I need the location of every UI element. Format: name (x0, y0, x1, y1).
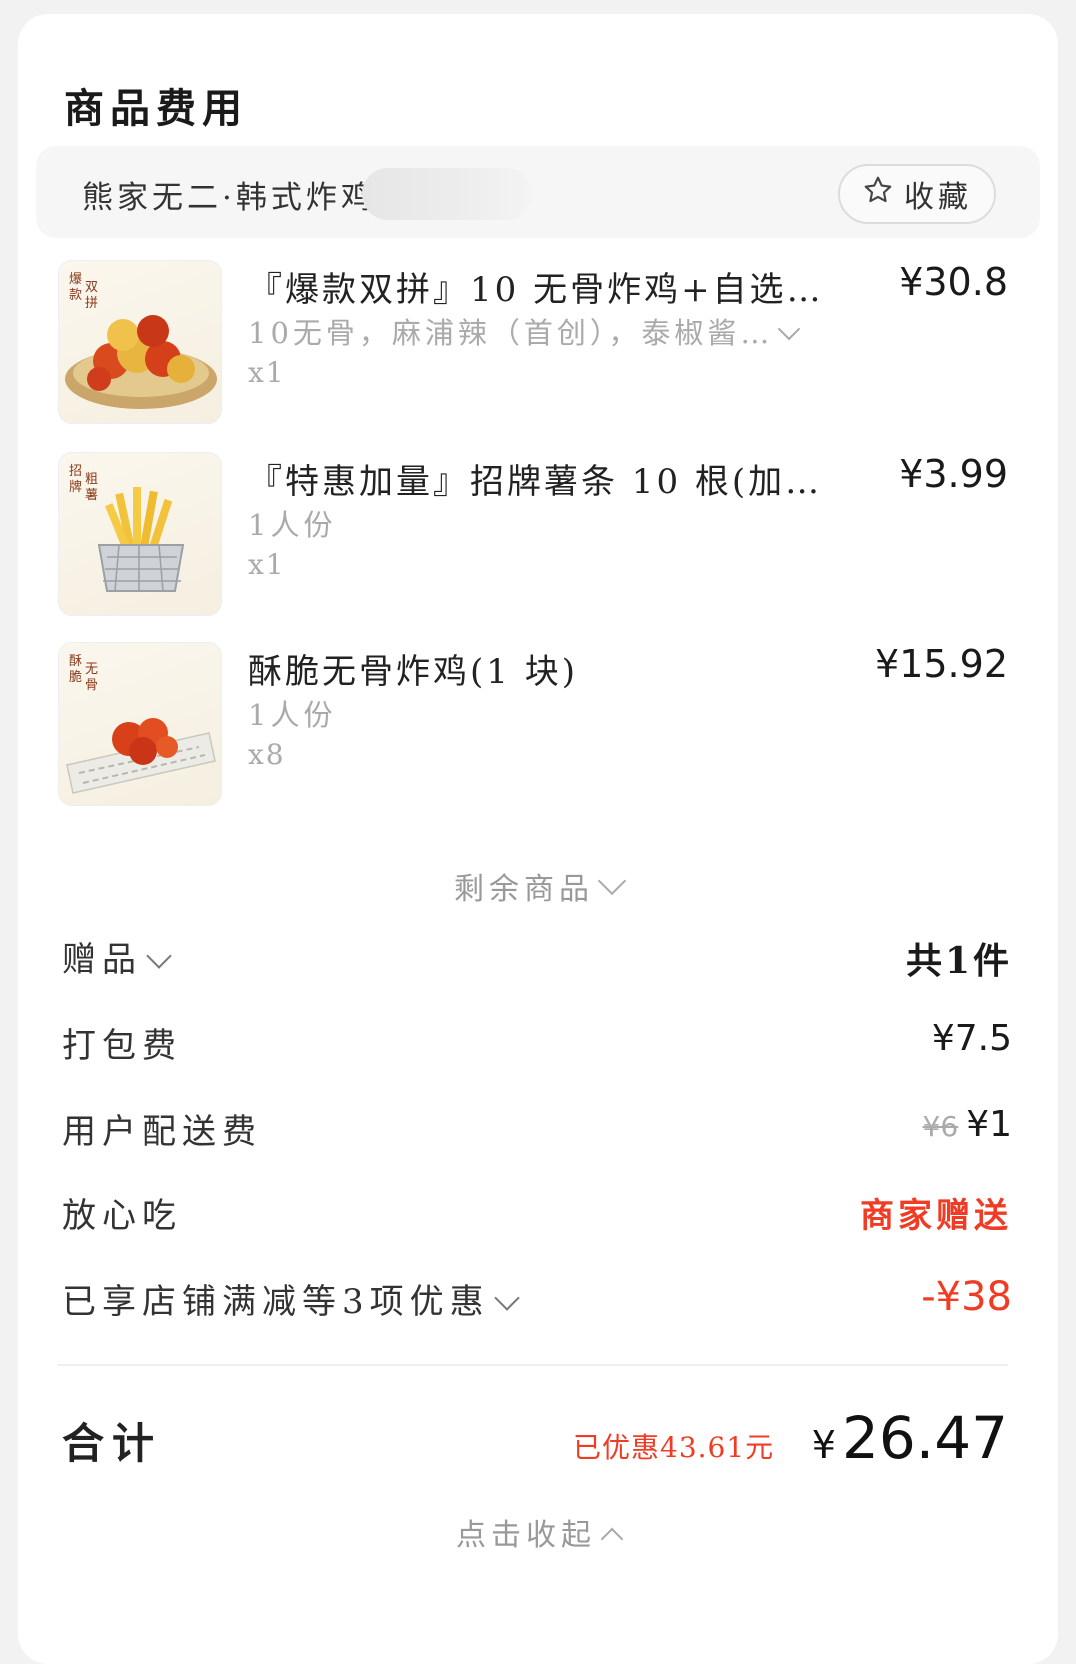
item-name: 酥脆无骨炸鸡(1 块) (248, 652, 578, 692)
order-item[interactable]: 爆 款 双 拼 『爆款双拼』10 无骨炸鸡+自选小吃 10无骨，麻浦辣（首创），… (58, 260, 1008, 430)
packing-fee-label: 打包费 (62, 1026, 182, 1066)
discount-value: -¥38 (921, 1274, 1012, 1320)
delivery-fee-label: 用户配送费 (62, 1112, 262, 1152)
svg-text:薯: 薯 (85, 488, 98, 503)
item-name: 『爆款双拼』10 无骨炸鸡+自选小吃 (248, 270, 848, 310)
discount-label[interactable]: 已享店铺满减等3项优惠 (62, 1274, 520, 1323)
packing-fee-row: 打包费 ¥7.5 (62, 1018, 1012, 1078)
chevron-down-icon (493, 1285, 520, 1311)
discount-row[interactable]: 已享店铺满减等3项优惠 -¥38 (62, 1274, 1012, 1334)
total-currency: ¥ (811, 1423, 836, 1467)
gift-label-text: 赠品 (62, 940, 142, 980)
svg-text:款: 款 (69, 288, 82, 303)
gift-label[interactable]: 赠品 (62, 932, 172, 981)
chevron-down-icon (778, 317, 801, 341)
collapse-toggle[interactable]: 点击收起 (18, 1510, 1058, 1554)
total-amount-value: 26.47 (841, 1404, 1008, 1472)
svg-text:牌: 牌 (69, 479, 82, 495)
total-saved: 已优惠43.61元 (573, 1431, 775, 1464)
gift-value: 共1件 (905, 940, 1012, 982)
order-item[interactable]: 招 牌 粗 薯 『特惠加量』招牌薯条 10 根(加套… 1人份 x1 ¥3.99 (58, 452, 1008, 622)
chevron-down-icon (597, 866, 627, 896)
assurance-value: 商家赠送 (860, 1196, 1012, 1236)
item-spec[interactable]: 10无骨，麻浦辣（首创），泰椒酱… (248, 310, 848, 352)
item-image-fries: 招 牌 粗 薯 (58, 452, 222, 616)
svg-text:双: 双 (85, 280, 98, 295)
item-price: ¥15.92 (875, 642, 1008, 686)
svg-text:无: 无 (85, 662, 98, 677)
shop-name[interactable]: 熊家无二·韩式炸鸡 (82, 172, 376, 217)
item-quantity: x1 (248, 356, 286, 389)
item-price: ¥3.99 (899, 452, 1008, 496)
remaining-items-toggle[interactable]: 剩余商品 (18, 864, 1058, 908)
svg-text:酥: 酥 (69, 654, 82, 669)
packing-fee-value: ¥7.5 (931, 1018, 1012, 1059)
item-quantity: x1 (248, 548, 286, 581)
remaining-items-label: 剩余商品 (454, 872, 594, 907)
redacted-mask (362, 168, 532, 220)
item-price: ¥30.8 (899, 260, 1008, 304)
divider (58, 1364, 1008, 1366)
discount-label-text: 已享店铺满减等3项优惠 (62, 1282, 490, 1322)
section-title: 商品费用 (64, 85, 248, 132)
star-outline-icon (862, 174, 894, 214)
order-item[interactable]: 酥 脆 无 骨 酥脆无骨炸鸡(1 块) 1人份 x8 ¥15.92 (58, 642, 1008, 812)
item-image-fried-chicken: 爆 款 双 拼 (58, 260, 222, 424)
total-amount: ¥26.47 (812, 1404, 1008, 1472)
collapse-label: 点击收起 (456, 1518, 596, 1553)
svg-text:脆: 脆 (69, 669, 82, 685)
favorite-button[interactable]: 收藏 (838, 164, 996, 224)
item-name: 『特惠加量』招牌薯条 10 根(加套… (248, 462, 848, 502)
svg-text:骨: 骨 (85, 678, 98, 693)
delivery-fee-value: ¥6 ¥1 (923, 1104, 1012, 1145)
item-spec: 1人份 (248, 698, 337, 732)
shop-bar[interactable]: 熊家无二·韩式炸鸡 收藏 (36, 146, 1040, 238)
delivery-fee-current: ¥1 (966, 1104, 1012, 1145)
chevron-up-icon (600, 1527, 624, 1551)
assurance-label: 放心吃 (62, 1196, 182, 1236)
item-spec: 1人份 (248, 508, 337, 542)
svg-text:拼: 拼 (85, 296, 98, 311)
item-image-crispy-chicken: 酥 脆 无 骨 (58, 642, 222, 806)
delivery-fee-row: 用户配送费 ¥6 ¥1 (62, 1104, 1012, 1164)
svg-text:粗: 粗 (85, 472, 98, 487)
order-cost-card: 商品费用 熊家无二·韩式炸鸡 收藏 爆 款 双 拼 『爆款双拼』10 无骨炸鸡+… (18, 14, 1058, 1664)
svg-text:爆: 爆 (69, 272, 82, 287)
item-quantity: x8 (248, 738, 286, 771)
gift-row[interactable]: 赠品 共1件 (62, 932, 1012, 992)
delivery-fee-original: ¥6 (922, 1110, 959, 1143)
item-spec-text: 10无骨，麻浦辣（首创），泰椒酱… (248, 316, 774, 350)
favorite-label: 收藏 (904, 180, 972, 215)
assurance-row: 放心吃 商家赠送 (62, 1188, 1012, 1248)
chevron-down-icon (146, 943, 172, 969)
total-label: 合计 (62, 1419, 163, 1468)
svg-text:招: 招 (69, 464, 82, 479)
